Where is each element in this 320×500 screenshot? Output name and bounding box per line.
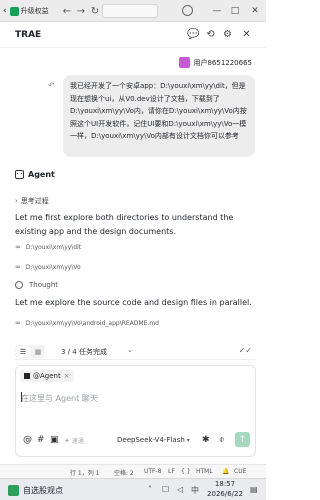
- text-caret: [21, 392, 22, 402]
- model-selector[interactable]: DeepSeek-V4-Flash ▾: [117, 436, 190, 444]
- close-button[interactable]: ✕: [248, 3, 262, 19]
- tray-chevron-icon[interactable]: ˄: [148, 485, 152, 494]
- think-process-toggle[interactable]: › 思考过程: [15, 195, 49, 207]
- agent-chip-icon: [24, 373, 30, 379]
- link-icon: ∞: [15, 263, 21, 271]
- upgrade-label: 升级权益: [20, 7, 49, 15]
- model-name: DeepSeek-V4-Flash: [117, 436, 185, 444]
- chat-composer: @Agent × @ # ▣ ✦ 速通 DeepSeek-V4-Flash ▾ …: [15, 365, 256, 457]
- news-widget-label[interactable]: 自选股观点: [23, 485, 63, 496]
- forward-button[interactable]: →: [74, 3, 88, 19]
- think-label: 思考过程: [20, 197, 49, 205]
- line-ending[interactable]: LF: [168, 468, 175, 475]
- bell-icon[interactable]: 🔔: [222, 468, 229, 475]
- agent-text-1: Let me first explore both directories to…: [15, 213, 234, 236]
- panel-header: TRAE 💬 ⟲ ⚙ ✕: [0, 22, 266, 48]
- news-widget-icon[interactable]: [8, 485, 19, 496]
- app-title: TRAE: [15, 30, 42, 40]
- address-bar[interactable]: [102, 4, 158, 18]
- user-message-bubble: 我已经开发了一个安卓app：D:\youxi\xm\yy\dit，但是现在想换个…: [63, 75, 255, 157]
- ime-indicator[interactable]: CUE: [234, 468, 246, 475]
- avatar: [179, 57, 191, 68]
- chevron-right-icon: ›: [15, 197, 18, 205]
- volume-icon[interactable]: ◁: [177, 485, 183, 494]
- tool-call-3[interactable]: ∞ D:\youxi\xm\yy\Vo\android_app\README.m…: [15, 319, 159, 327]
- thought-item[interactable]: Thought: [15, 281, 58, 289]
- task-status: 3 / 4 任务完成: [61, 348, 107, 356]
- link-icon: ∞: [15, 319, 21, 327]
- hashtag-icon[interactable]: #: [37, 435, 45, 445]
- encoding[interactable]: UTF-8: [144, 468, 162, 475]
- chat-input[interactable]: [21, 390, 251, 406]
- remove-chip-icon[interactable]: ×: [64, 372, 70, 380]
- network-icon[interactable]: ☐: [162, 485, 169, 494]
- language-mode[interactable]: HTML: [196, 468, 213, 475]
- history-icon[interactable]: ⟲: [204, 28, 217, 41]
- user-header: 用户8651220665: [179, 57, 252, 68]
- language-braces[interactable]: { }: [181, 468, 191, 475]
- chat-icon[interactable]: 💬: [187, 28, 200, 41]
- optimize-label: 速通: [71, 438, 84, 445]
- clock-time[interactable]: 18:57: [205, 480, 245, 488]
- agent-icon: [15, 170, 24, 179]
- clock-date[interactable]: 2026/6/22: [205, 490, 245, 498]
- os-taskbar: 自选股观点 ˄ ☐ ◁ 中 18:57 2026/6/22 ▤: [0, 478, 266, 500]
- tool-path-3: D:\youxi\xm\yy\Vo\android_app\README.md: [25, 319, 159, 327]
- minimize-button[interactable]: —: [210, 3, 224, 19]
- send-button[interactable]: ↑: [235, 432, 250, 447]
- tool-call-2[interactable]: ∞ D:\youxi\xm\yy\Vo: [15, 263, 81, 271]
- image-icon[interactable]: ▣: [50, 435, 59, 445]
- chevron-left-icon: ‹: [3, 6, 7, 16]
- status-bar: 行 1，列 1 空格: 2 UTF-8 LF { } HTML 🔔 CUE: [0, 464, 266, 478]
- arrow-up-icon: ↑: [238, 434, 247, 445]
- indent-setting[interactable]: 空格: 2: [114, 468, 134, 477]
- bulb-icon[interactable]: ✱: [202, 435, 210, 445]
- sparkle-icon: ✦: [64, 436, 70, 445]
- tool-path-2: D:\youxi\xm\yy\Vo: [25, 263, 81, 271]
- tool-call-1[interactable]: ∞ D:\youxi\xm\yy\dit: [15, 243, 81, 251]
- upgrade-tab[interactable]: ‹ 升级权益: [0, 3, 52, 19]
- agent-mention-chip[interactable]: @Agent ×: [20, 370, 74, 382]
- chevron-down-icon: ▾: [186, 436, 190, 444]
- agent-header: Agent: [15, 170, 55, 179]
- thought-icon: [15, 281, 23, 289]
- thought-label: Thought: [29, 281, 59, 289]
- optimize-button[interactable]: ✦ 速通: [64, 436, 84, 446]
- agent-chip-label: @Agent: [33, 372, 61, 380]
- link-icon: ∞: [15, 243, 21, 251]
- agent-text-2: Let me explore the source code and desig…: [15, 298, 252, 307]
- window-titlebar: ‹ 升级权益 ← → ↻ — □ ✕: [0, 0, 266, 22]
- upgrade-icon: [9, 6, 19, 16]
- close-panel-icon[interactable]: ✕: [240, 28, 253, 41]
- refresh-button[interactable]: ↻: [88, 3, 102, 19]
- list-view-icon[interactable]: ☰: [16, 346, 30, 357]
- mention-icon[interactable]: @: [23, 435, 32, 445]
- view-toggle[interactable]: ☰ ▦: [15, 345, 45, 358]
- mic-icon[interactable]: ⌽: [219, 435, 224, 445]
- grid-view-icon[interactable]: ▦: [31, 345, 45, 358]
- user-name: 用户8651220665: [193, 58, 252, 67]
- account-icon[interactable]: [182, 5, 193, 16]
- back-button[interactable]: ←: [60, 3, 74, 19]
- ime-icon[interactable]: 中: [191, 485, 199, 496]
- tool-path-1: D:\youxi\xm\yy\dit: [25, 243, 82, 251]
- settings-icon[interactable]: ⚙: [221, 28, 234, 41]
- chevron-down-icon[interactable]: ⌄: [127, 346, 133, 354]
- check-all-icon[interactable]: ✓✓: [239, 346, 252, 355]
- undo-icon[interactable]: ↶: [48, 81, 55, 90]
- cursor-position[interactable]: 行 1，列 1: [70, 468, 99, 477]
- notification-icon[interactable]: ▤: [250, 485, 258, 494]
- maximize-button[interactable]: □: [228, 3, 242, 19]
- task-progress-bar: ☰ ▦ 3 / 4 任务完成 ⌄ ✓✓: [15, 344, 256, 360]
- agent-label: Agent: [28, 170, 55, 179]
